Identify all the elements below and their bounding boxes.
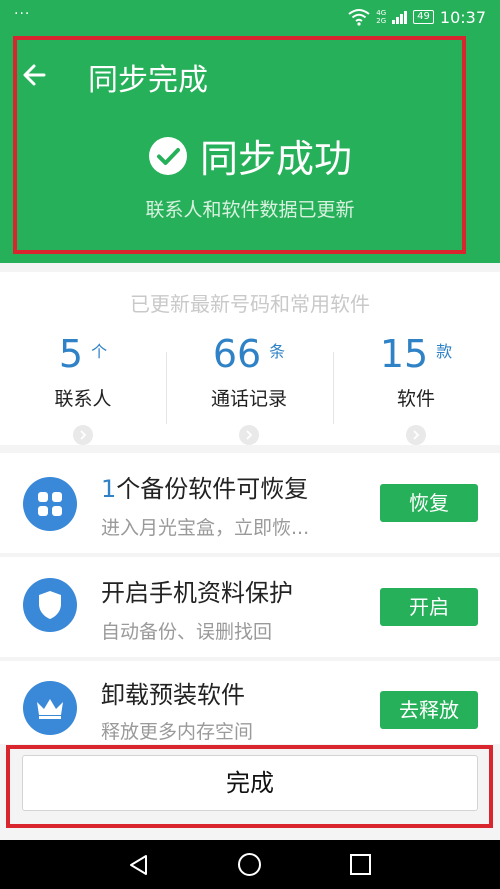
highlight-box-header — [13, 36, 466, 254]
list-item-restore-apps[interactable]: 1个备份软件可恢复 进入月光宝盒，立即恢... 恢复 — [0, 453, 500, 553]
nav-home-icon[interactable] — [237, 852, 262, 877]
shield-icon — [23, 578, 77, 632]
notification-dots: ··· — [14, 6, 31, 22]
crown-icon — [23, 681, 77, 735]
stat-contacts[interactable]: 5 个 联系人 — [0, 332, 166, 445]
free-up-button[interactable]: 去释放 — [380, 691, 478, 729]
stat-unit: 个 — [91, 342, 108, 361]
stat-value: 66 — [212, 332, 262, 376]
status-indicators: 4G 2G 49 10:37 — [348, 6, 486, 28]
status-bar: ··· 4G 2G 49 10:37 — [0, 0, 500, 33]
list-item-uninstall-preinstalled[interactable]: 卸载预装软件 释放更多内存空间 去释放 — [0, 661, 500, 745]
chevron-right-icon — [406, 425, 426, 445]
chevron-right-icon — [239, 425, 259, 445]
list-item-title: 卸载预装软件 — [101, 681, 245, 709]
network-type: 4G 2G — [376, 9, 386, 25]
stat-label: 联系人 — [54, 388, 112, 410]
wifi-icon — [348, 9, 370, 26]
highlight-box-done — [6, 745, 493, 828]
list-item-subtitle: 释放更多内存空间 — [101, 721, 254, 743]
stat-call-logs[interactable]: 66 条 通话记录 — [166, 332, 332, 445]
system-nav-bar — [0, 840, 500, 889]
stat-value: 5 — [58, 332, 84, 376]
list-item-data-protection[interactable]: 开启手机资料保护 自动备份、误删找回 开启 — [0, 557, 500, 657]
network-type-top: 4G — [376, 9, 387, 17]
nav-back-icon[interactable] — [127, 853, 151, 877]
restore-count: 1 — [101, 475, 117, 503]
nav-recent-apps-icon[interactable] — [349, 853, 372, 876]
stats-header: 已更新最新号码和常用软件 — [130, 292, 370, 316]
network-type-bottom: 2G — [376, 17, 387, 25]
stat-label: 通话记录 — [210, 388, 287, 410]
stat-label: 软件 — [396, 388, 435, 410]
enable-button[interactable]: 开启 — [380, 588, 478, 626]
stats-card: 已更新最新号码和常用软件 5 个 联系人 66 条 通话记录 15 款 软件 — [0, 272, 500, 445]
status-time: 10:37 — [439, 7, 486, 27]
stat-value: 15 — [379, 332, 429, 376]
list-item-subtitle: 自动备份、误删找回 — [101, 621, 273, 643]
restore-button[interactable]: 恢复 — [380, 484, 478, 522]
list-item-title: 开启手机资料保护 — [101, 579, 293, 607]
stat-apps[interactable]: 15 款 软件 — [333, 332, 499, 445]
list-item-subtitle: 进入月光宝盒，立即恢... — [101, 517, 310, 539]
stat-unit: 条 — [269, 342, 286, 361]
stat-unit: 款 — [436, 342, 453, 361]
list-item-title: 1个备份软件可恢复 — [101, 469, 308, 504]
chevron-right-icon — [73, 425, 93, 445]
apps-grid-icon — [23, 477, 77, 531]
signal-icon — [392, 10, 408, 24]
list-item-title-text: 个备份软件可恢复 — [116, 475, 309, 503]
battery-indicator: 49 — [413, 10, 434, 24]
